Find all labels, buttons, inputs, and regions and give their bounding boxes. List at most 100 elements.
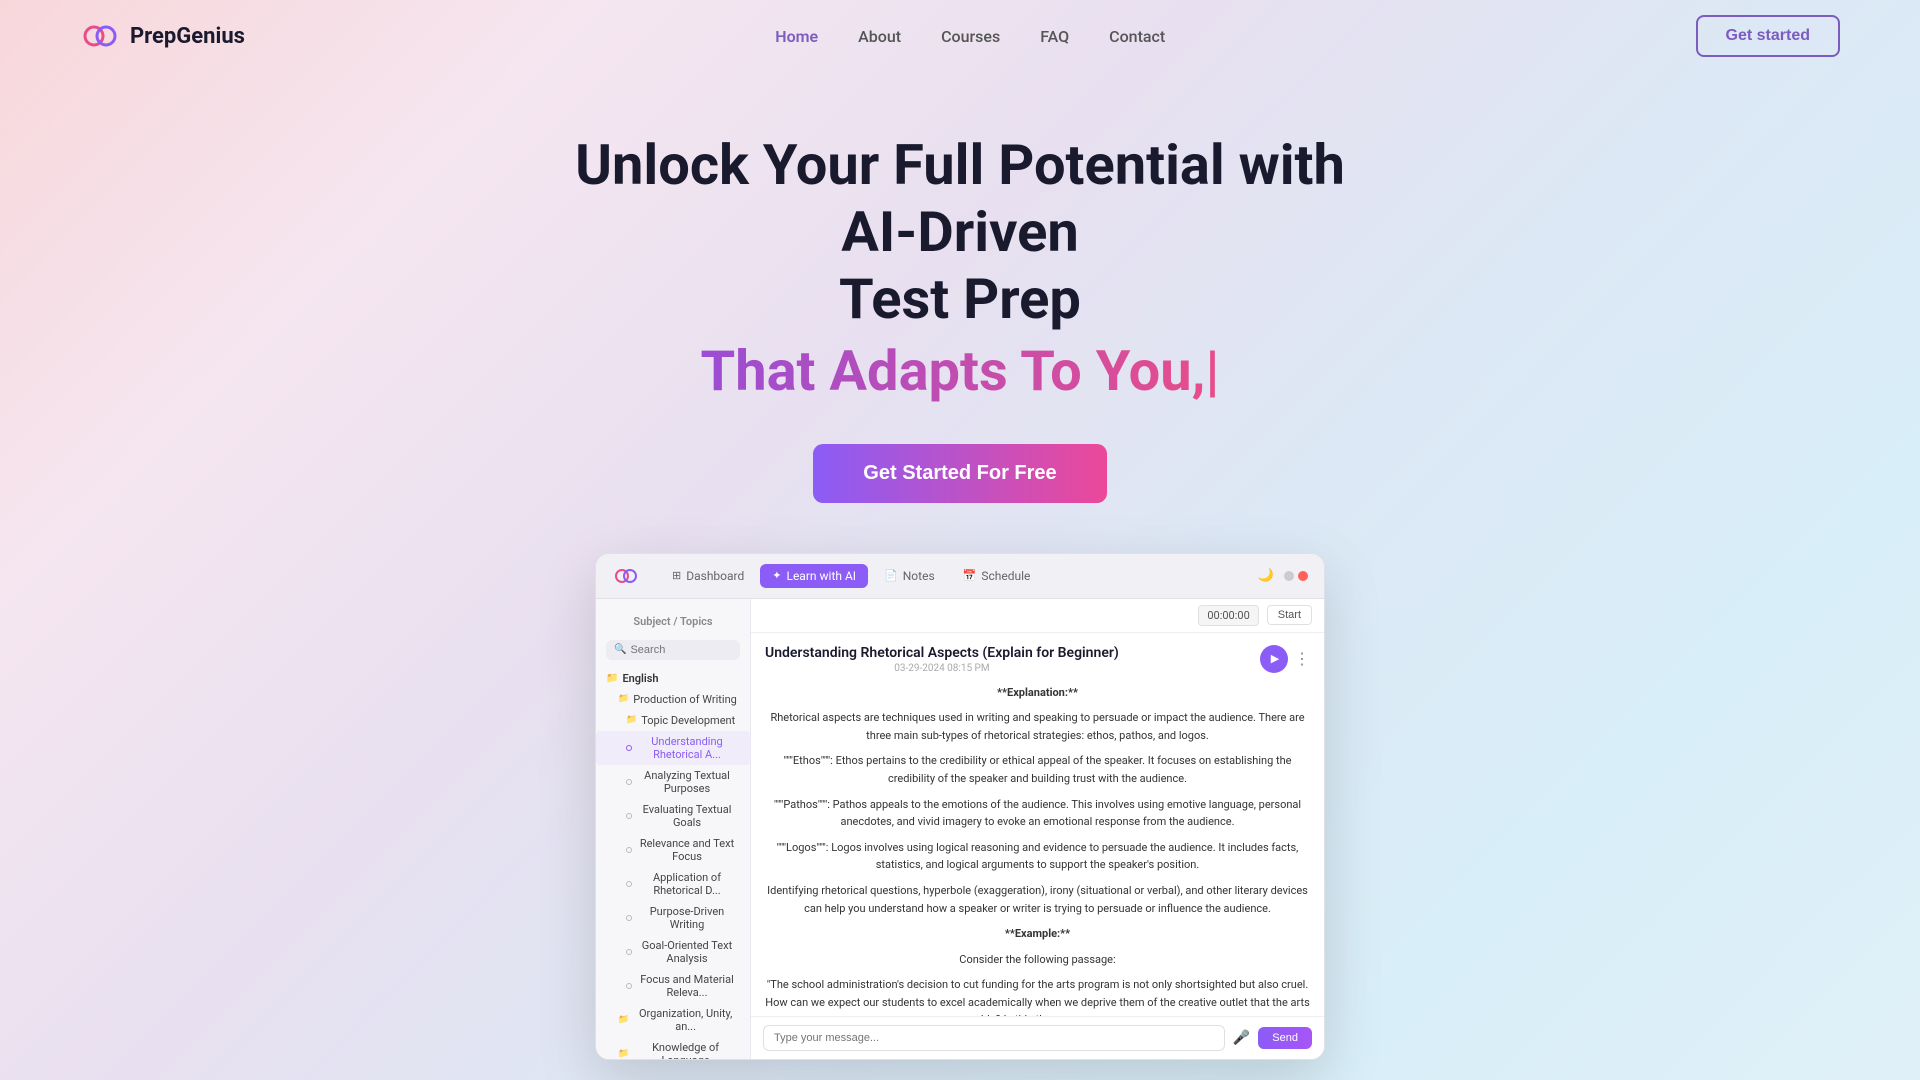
hero-subtitle-text: That Adapts To You, [701, 338, 1206, 404]
sidebar-label: Relevance and Text Focus [636, 837, 738, 863]
sidebar-label: Application of Rhetorical D... [636, 871, 738, 897]
tab-schedule-label: Schedule [981, 569, 1030, 583]
nav-home[interactable]: Home [775, 27, 818, 46]
message-input[interactable] [763, 1025, 1225, 1051]
main-topbar: 00:00:00 Start [751, 599, 1324, 633]
app-main: 00:00:00 Start Understanding Rhetorical … [751, 599, 1324, 1059]
item-dot [626, 949, 632, 955]
sidebar-item-textual-purposes[interactable]: Analyzing Textual Purposes [596, 765, 750, 799]
nav-contact[interactable]: Contact [1109, 27, 1165, 46]
play-button[interactable]: ▶ [1260, 645, 1288, 673]
sidebar-item-goal-oriented[interactable]: Goal-Oriented Text Analysis [596, 935, 750, 969]
nav-links: Home About Courses FAQ Contact [775, 27, 1165, 46]
nav-courses[interactable]: Courses [941, 27, 1000, 46]
lesson-para3: """Pathos""": Pathos appeals to the emot… [765, 796, 1310, 831]
tab-learn-ai[interactable]: ✦ Learn with AI [760, 564, 868, 588]
nav-faq[interactable]: FAQ [1040, 27, 1069, 46]
nav-about[interactable]: About [858, 27, 901, 46]
sidebar-label: Purpose-Driven Writing [636, 905, 738, 931]
navbar: PrepGenius Home About Courses FAQ Contac… [0, 0, 1920, 72]
app-topbar: ⊞ Dashboard ✦ Learn with AI 📄 Notes 📅 Sc… [596, 554, 1324, 599]
hero-title-line1: Unlock Your Full Potential with AI-Drive… [575, 132, 1345, 265]
search-icon: 🔍 [614, 644, 626, 655]
schedule-icon: 📅 [963, 569, 977, 582]
sidebar-label: Evaluating Textual Goals [636, 803, 738, 829]
sidebar-header: Subject / Topics [596, 609, 750, 636]
hero-cta-button[interactable]: Get Started For Free [813, 444, 1106, 503]
app-topbar-right: 🌙 [1258, 568, 1308, 583]
item-dot [626, 847, 632, 853]
sidebar-item-topic-dev[interactable]: 📁 Topic Development [596, 710, 750, 731]
lesson-title: Understanding Rhetorical Aspects (Explai… [765, 645, 1119, 661]
tab-dashboard[interactable]: ⊞ Dashboard [660, 564, 756, 588]
sidebar-item-purpose-writing[interactable]: Purpose-Driven Writing [596, 901, 750, 935]
sidebar-item-production[interactable]: 📁 Production of Writing [596, 689, 750, 710]
example-header: **Example:** [1005, 927, 1070, 940]
item-dot [626, 915, 632, 921]
brand-logo-icon [80, 16, 120, 56]
tab-dashboard-label: Dashboard [686, 569, 744, 583]
sidebar-item-textual-goals[interactable]: Evaluating Textual Goals [596, 799, 750, 833]
cursor-blink: | [1205, 338, 1219, 404]
tab-notes[interactable]: 📄 Notes [872, 564, 947, 588]
sidebar-search[interactable]: 🔍 [606, 640, 740, 660]
learn-ai-icon: ✦ [772, 569, 781, 582]
sidebar-label: Production of Writing [633, 693, 737, 706]
sidebar-label: Understanding Rhetorical A... [636, 735, 738, 761]
nav-right: Get started [1696, 15, 1840, 57]
example-intro: Consider the following passage: [765, 951, 1310, 969]
folder-icon: 📁 [626, 715, 637, 725]
sidebar-item-english[interactable]: 📁 English [596, 668, 750, 689]
search-input[interactable] [630, 644, 732, 656]
folder-icon: 📁 [618, 1049, 629, 1059]
item-dot [626, 983, 632, 989]
sidebar-item-organization[interactable]: 📁 Organization, Unity, an... [596, 1003, 750, 1037]
close-dot[interactable] [1298, 571, 1308, 581]
hero-subtitle: That Adapts To You,| [701, 338, 1220, 404]
folder-icon: 📁 [618, 694, 629, 704]
lesson-para5: Identifying rhetorical questions, hyperb… [765, 882, 1310, 917]
app-body: Subject / Topics 🔍 📁 English 📁 Productio… [596, 599, 1324, 1059]
lesson-content: **Explanation:** Rhetorical aspects are … [765, 684, 1310, 1016]
lesson-date: 03-29-2024 08:15 PM [765, 663, 1119, 674]
sidebar-label: Analyzing Textual Purposes [636, 769, 738, 795]
play-icon: ▶ [1271, 652, 1279, 665]
start-button[interactable]: Start [1267, 605, 1312, 625]
send-button[interactable]: Send [1258, 1027, 1312, 1049]
minimize-dot[interactable] [1284, 571, 1294, 581]
lesson-para4: """Logos""": Logos involves using logica… [765, 839, 1310, 874]
message-bar: 🎤 Send [751, 1016, 1324, 1059]
sidebar-item-rhetorical[interactable]: Understanding Rhetorical A... [596, 731, 750, 765]
tab-notes-label: Notes [903, 569, 935, 583]
hero-title: Unlock Your Full Potential with AI-Drive… [560, 132, 1360, 334]
dark-mode-icon[interactable]: 🌙 [1258, 568, 1274, 583]
lesson-para1: Rhetorical aspects are techniques used i… [765, 709, 1310, 744]
brand-name: PrepGenius [130, 24, 245, 49]
timer-display: 00:00:00 [1198, 605, 1258, 626]
mic-icon[interactable]: 🎤 [1233, 1030, 1250, 1046]
sidebar-item-focus-material[interactable]: Focus and Material Releva... [596, 969, 750, 1003]
hero-title-line2: Test Prep [839, 266, 1081, 332]
sidebar-label: Goal-Oriented Text Analysis [636, 939, 738, 965]
lesson-para2: """Ethos""": Ethos pertains to the credi… [765, 752, 1310, 787]
more-options-button[interactable]: ⋮ [1294, 649, 1310, 668]
sidebar-item-application[interactable]: Application of Rhetorical D... [596, 867, 750, 901]
sidebar-item-text-focus[interactable]: Relevance and Text Focus [596, 833, 750, 867]
app-preview: ⊞ Dashboard ✦ Learn with AI 📄 Notes 📅 Sc… [595, 553, 1325, 1060]
window-controls [1284, 571, 1308, 581]
active-dot [626, 745, 632, 751]
logo: PrepGenius [80, 16, 245, 56]
sidebar-label: English [622, 672, 658, 685]
explanation-header: **Explanation:** [997, 686, 1078, 699]
folder-icon: 📁 [606, 673, 618, 684]
tab-schedule[interactable]: 📅 Schedule [951, 564, 1043, 588]
item-dot [626, 813, 632, 819]
nav-get-started-button[interactable]: Get started [1696, 15, 1840, 57]
sidebar-label: Topic Development [641, 714, 735, 727]
sidebar-item-knowledge[interactable]: 📁 Knowledge of Language [596, 1037, 750, 1059]
item-dot [626, 779, 632, 785]
sidebar-label: Knowledge of Language [633, 1041, 738, 1059]
folder-icon: 📁 [618, 1015, 629, 1025]
example-text: "The school administration's decision to… [765, 976, 1310, 1015]
notes-icon: 📄 [884, 569, 898, 582]
